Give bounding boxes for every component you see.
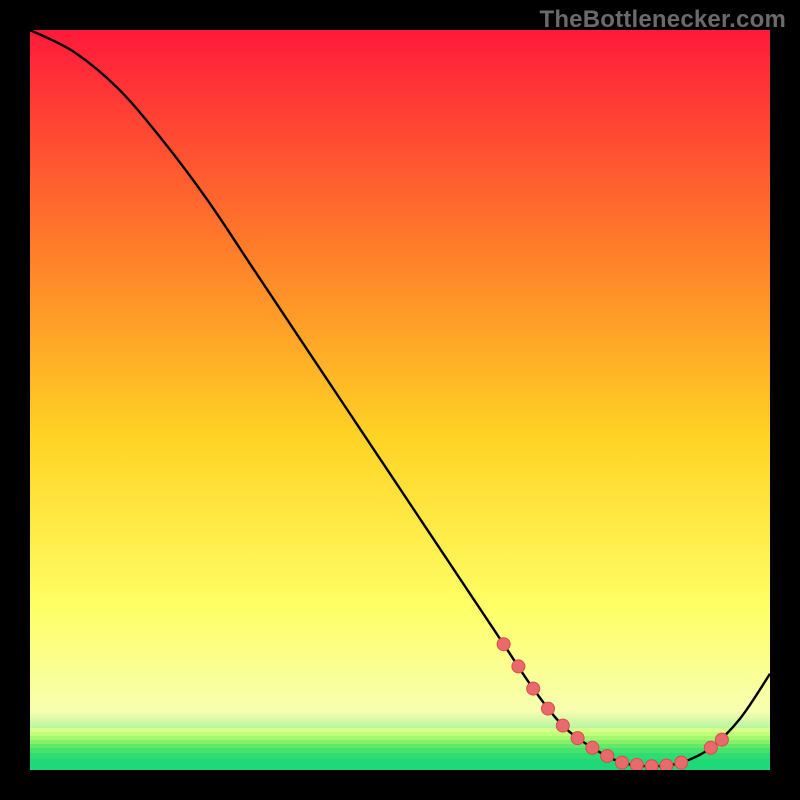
data-point [630,758,643,770]
data-point [715,733,728,746]
bottleneck-chart [30,30,770,770]
chart-stage: TheBottlenecker.com [0,0,800,800]
data-point [616,756,629,769]
data-point [512,660,525,673]
data-point [601,749,614,762]
gradient-background [30,30,770,770]
data-point [586,741,599,754]
data-point [556,719,569,732]
data-point [571,732,584,745]
data-point [660,759,673,770]
data-point [527,682,540,695]
data-point [542,702,555,715]
data-point [645,760,658,770]
data-point [497,638,510,651]
data-point [675,756,688,769]
data-point [704,741,717,754]
bottom-color-bands [30,728,770,770]
